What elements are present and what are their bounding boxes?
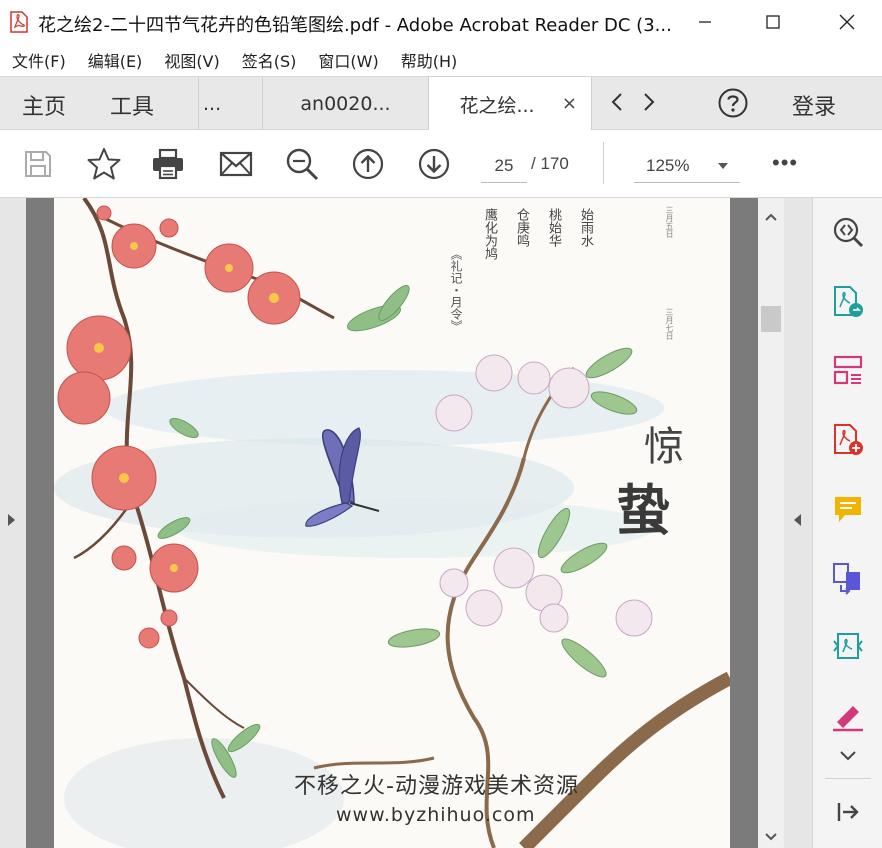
menu-window[interactable]: 窗口(W) bbox=[318, 48, 378, 72]
collapse-pane-icon[interactable] bbox=[830, 794, 866, 830]
close-window-button[interactable] bbox=[818, 0, 876, 44]
edit-pdf-icon[interactable] bbox=[830, 628, 866, 664]
comment-icon[interactable] bbox=[830, 492, 866, 528]
poem-source: 《礼记・月令》 bbox=[449, 248, 463, 332]
scroll-up-icon[interactable] bbox=[765, 208, 777, 226]
poem-line-3: 仓庚鸣 bbox=[514, 208, 529, 247]
print-icon[interactable] bbox=[150, 146, 186, 182]
tools-pane bbox=[812, 198, 882, 848]
watermark-text: 不移之火-动漫游戏美术资源 bbox=[294, 774, 579, 799]
minimize-button[interactable] bbox=[676, 0, 734, 44]
create-pdf-icon[interactable] bbox=[830, 422, 866, 458]
tab-document-active-label: 花之绘... bbox=[459, 94, 535, 117]
more-options-icon[interactable]: ••• bbox=[772, 150, 798, 176]
pdf-file-icon bbox=[10, 11, 28, 33]
document-area: 始雨水 桃始华 仓庚鸣 鹰化为鸠 《礼记・月令》 三月五日 三月七日 惊 蛰 不… bbox=[0, 198, 812, 848]
title-bar: 花之绘2-二十四节气花卉的色铅笔图绘.pdf - Adobe Acrobat R… bbox=[0, 0, 882, 44]
help-icon[interactable] bbox=[717, 87, 749, 124]
menu-file[interactable]: 文件(F) bbox=[12, 48, 66, 72]
tab-next-icon[interactable] bbox=[642, 91, 656, 118]
chevron-down-icon[interactable] bbox=[830, 744, 866, 768]
menu-bar: 文件(F) 编辑(E) 视图(V) 签名(S) 窗口(W) 帮助(H) bbox=[0, 44, 882, 76]
zoom-tool-icon[interactable] bbox=[830, 214, 866, 250]
page-gutter-right bbox=[730, 198, 758, 848]
toolbar-divider bbox=[603, 142, 604, 184]
close-tab-icon[interactable]: × bbox=[562, 93, 577, 114]
window-title: 花之绘2-二十四节气花卉的色铅笔图绘.pdf - Adobe Acrobat R… bbox=[38, 15, 672, 36]
tab-document-active[interactable]: 花之绘... × bbox=[428, 77, 592, 131]
date-top: 三月五日 bbox=[665, 206, 674, 238]
save-icon[interactable] bbox=[20, 146, 56, 182]
date-bottom: 三月七日 bbox=[665, 308, 674, 340]
previous-page-icon[interactable] bbox=[350, 146, 386, 182]
fill-sign-icon[interactable] bbox=[830, 698, 866, 734]
collapse-right-icon bbox=[794, 514, 801, 526]
toolbar: 25 / 170 125% ••• bbox=[0, 130, 882, 198]
pdf-page: 始雨水 桃始华 仓庚鸣 鹰化为鸠 《礼记・月令》 三月五日 三月七日 惊 蛰 不… bbox=[54, 198, 730, 848]
tab-document-an0020[interactable]: an0020... bbox=[262, 77, 428, 130]
tab-prev-icon[interactable] bbox=[610, 91, 624, 118]
maximize-button[interactable] bbox=[744, 0, 802, 44]
combine-files-icon[interactable] bbox=[830, 560, 866, 596]
chevron-down-icon bbox=[718, 163, 728, 169]
tabs-bar: 主页 工具 ... an0020... 花之绘... × 登录 bbox=[0, 76, 882, 131]
tab-document-label: an0020... bbox=[300, 92, 391, 115]
export-pdf-icon[interactable] bbox=[830, 284, 866, 320]
right-panel-toggle[interactable] bbox=[784, 198, 812, 848]
zoom-select[interactable]: 125% bbox=[634, 151, 740, 183]
tab-document-partial[interactable]: ... bbox=[198, 77, 262, 130]
watermark-url: www.byzhihuo.com bbox=[336, 804, 536, 826]
tab-document-partial-label: ... bbox=[203, 92, 222, 115]
menu-view[interactable]: 视图(V) bbox=[164, 48, 219, 72]
expand-left-icon bbox=[8, 514, 15, 526]
page-gutter bbox=[26, 198, 54, 848]
bookmark-star-icon[interactable] bbox=[86, 146, 122, 182]
page-total: / 170 bbox=[531, 154, 569, 173]
tab-navigation bbox=[610, 91, 656, 118]
tools-pane-divider bbox=[825, 778, 871, 779]
vertical-scrollbar[interactable] bbox=[758, 198, 784, 848]
solar-term-title-1: 惊 bbox=[644, 424, 684, 470]
page-number-input[interactable]: 25 bbox=[481, 151, 527, 183]
organize-pages-icon[interactable] bbox=[830, 352, 866, 388]
tab-tools[interactable]: 工具 bbox=[110, 89, 154, 121]
poem-line-1: 始雨水 bbox=[578, 208, 593, 247]
menu-edit[interactable]: 编辑(E) bbox=[88, 48, 143, 72]
scroll-down-icon[interactable] bbox=[765, 828, 777, 846]
login-button[interactable]: 登录 bbox=[792, 89, 836, 121]
menu-help[interactable]: 帮助(H) bbox=[401, 48, 458, 72]
zoom-out-icon[interactable] bbox=[284, 146, 320, 182]
tab-home[interactable]: 主页 bbox=[22, 89, 66, 121]
poem-line-4: 鹰化为鸠 bbox=[482, 208, 497, 260]
solar-term-title-2: 蛰 bbox=[616, 478, 670, 542]
zoom-value: 125% bbox=[646, 156, 690, 175]
menu-sign[interactable]: 签名(S) bbox=[242, 48, 297, 72]
email-icon[interactable] bbox=[218, 146, 254, 182]
left-panel-toggle[interactable] bbox=[0, 198, 26, 848]
poem-line-2: 桃始华 bbox=[546, 208, 561, 247]
next-page-icon[interactable] bbox=[416, 146, 452, 182]
scrollbar-thumb[interactable] bbox=[761, 306, 781, 332]
